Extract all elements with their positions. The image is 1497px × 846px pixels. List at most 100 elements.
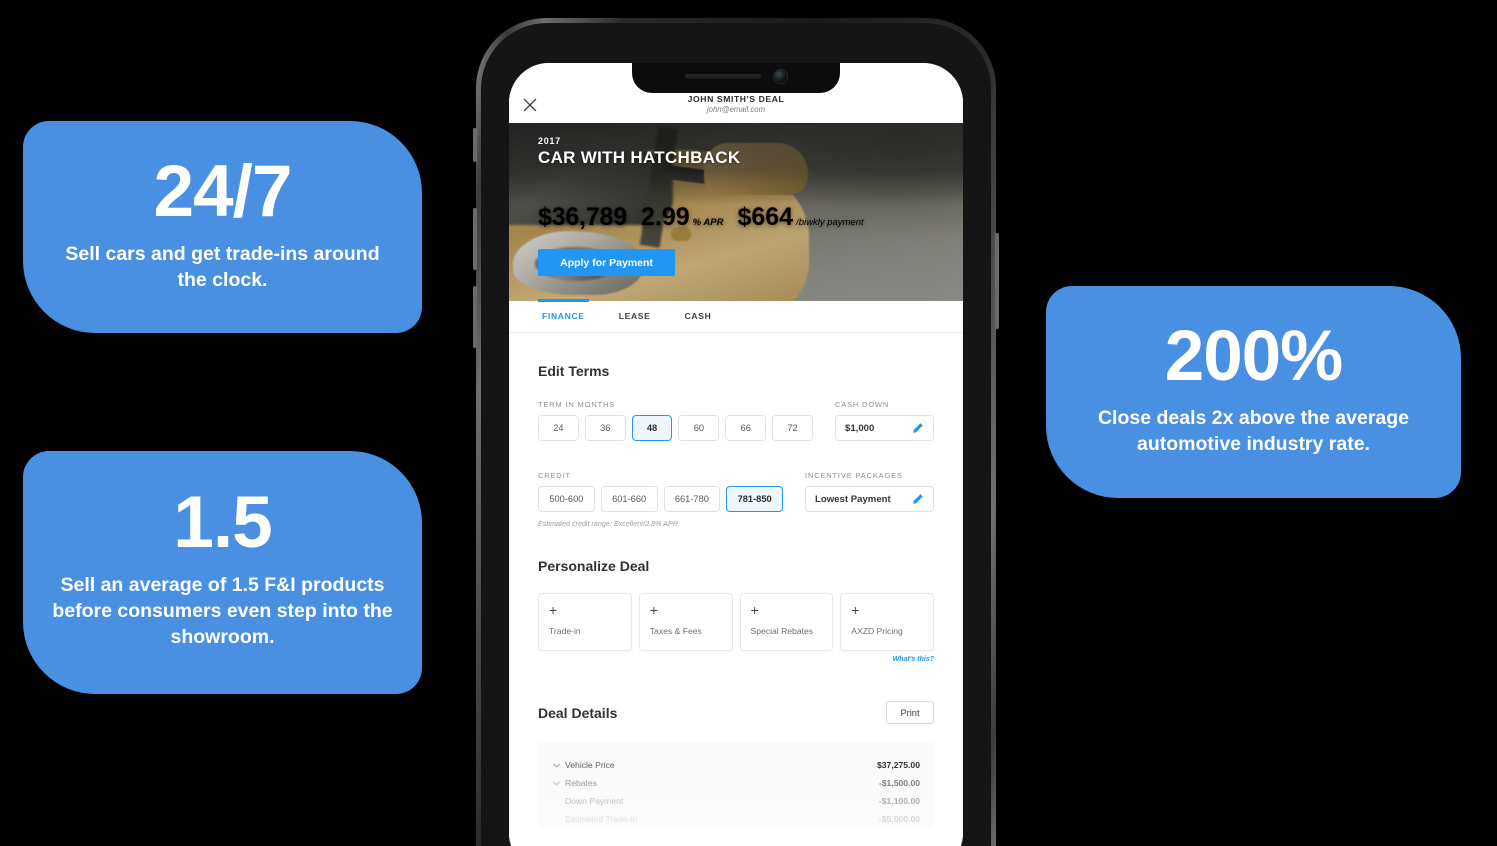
tab-finance[interactable]: FINANCE	[538, 299, 589, 332]
credit-option-781-850[interactable]: 781-850	[726, 486, 783, 512]
stat-description: Close deals 2x above the average automot…	[1097, 406, 1410, 455]
phone-power-button[interactable]	[995, 233, 999, 329]
term-in-months-label: TERM IN MONTHS	[538, 400, 616, 409]
term-option-60[interactable]: 60	[678, 415, 720, 441]
plus-icon: +	[549, 602, 558, 618]
term-option-36[interactable]: 36	[584, 415, 626, 441]
credit-option-500-600[interactable]: 500-600	[538, 486, 595, 512]
personalize-card-taxes-fees[interactable]: + Taxes & Fees	[638, 593, 733, 651]
phone-volume-down-button[interactable]	[473, 286, 477, 348]
term-option-66[interactable]: 66	[725, 415, 767, 441]
personalize-card-label: Special Rebates	[750, 626, 814, 636]
close-icon[interactable]	[522, 97, 538, 113]
table-row[interactable]: Estimated Trade-in -$5,000.00	[552, 810, 920, 828]
credit-row: CREDIT 500-600 601-660 661-780 781-850 E…	[538, 471, 934, 528]
stat-description: Sell an average of 1.5 F&I products befo…	[52, 574, 393, 648]
cash-down-value: $1,000	[845, 422, 875, 434]
deal-details-title: Deal Details	[538, 704, 618, 721]
chevron-down-icon[interactable]	[552, 761, 565, 770]
pencil-icon[interactable]	[912, 422, 924, 434]
phone-notch	[632, 63, 840, 93]
stat-number: 24/7	[153, 150, 292, 232]
deal-detail-value: -$5,000.00	[878, 814, 920, 824]
personalize-card-axzd-pricing[interactable]: + AXZD Pricing	[840, 593, 934, 651]
table-row[interactable]: Rebates -$1,500.00	[552, 774, 920, 792]
apply-for-payment-button[interactable]: Apply for Payment	[538, 249, 675, 276]
tab-lease[interactable]: LEASE	[615, 301, 655, 332]
personalize-card-trade-in[interactable]: + Trade-in	[538, 593, 632, 651]
personalize-card-label: AXZD Pricing	[851, 626, 903, 636]
apr-unit: % APR	[692, 217, 724, 228]
cash-down-label: CASH DOWN	[835, 400, 890, 409]
incentive-packages-value: Lowest Payment	[815, 493, 891, 505]
deal-header: JOHN SMITH'S DEAL john@email.com	[688, 94, 785, 115]
tab-cash[interactable]: CASH	[681, 301, 716, 332]
deal-detail-name: Vehicle Price	[565, 760, 615, 770]
price-summary: $36,789 2.99% APR $664/biwkly payment	[538, 203, 864, 232]
credit-option-601-660[interactable]: 601-660	[600, 486, 658, 512]
vehicle-year: 2017	[538, 136, 561, 146]
apr-group: 2.99% APR	[641, 203, 723, 232]
personalize-card-special-rebates[interactable]: + Special Rebates	[739, 593, 834, 651]
deal-detail-value: -$1,100.00	[878, 796, 920, 806]
cash-down-group: CASH DOWN $1,000	[835, 400, 934, 441]
incentive-packages-field[interactable]: Lowest Payment	[805, 486, 934, 512]
stat-card-1-5: 1.5 Sell an average of 1.5 F&I products …	[23, 451, 422, 694]
term-option-48[interactable]: 48	[631, 415, 673, 441]
deal-detail-name: Rebates	[565, 778, 598, 788]
vehicle-model: CAR WITH HATCHBACK	[538, 148, 741, 167]
chevron-down-icon	[552, 797, 565, 806]
phone-screen: JOHN SMITH'S DEAL john@email.com 2017 CA…	[509, 63, 963, 846]
cash-down-field[interactable]: $1,000	[835, 415, 934, 441]
plus-icon: +	[750, 602, 759, 618]
phone-mockup: JOHN SMITH'S DEAL john@email.com 2017 CA…	[473, 18, 999, 846]
credit-label: CREDIT	[538, 471, 571, 480]
deal-details-header: Deal Details Print	[538, 701, 934, 724]
vehicle-hero: 2017 CAR WITH HATCHBACK $36,789 2.99% AP…	[509, 123, 963, 301]
term-option-24[interactable]: 24	[538, 415, 579, 441]
credit-range-note: Estimated credit range: Excellent/2.8% A…	[538, 519, 678, 528]
front-camera-icon	[774, 69, 787, 83]
deal-title: JOHN SMITH'S DEAL	[687, 93, 785, 104]
deal-details-section: Deal Details Print Vehicle Price $37,275…	[509, 701, 963, 828]
page-root: 24/7 Sell cars and get trade-ins around …	[0, 0, 1497, 846]
terms-row: TERM IN MONTHS 24 36 48 60 66 72 CASH DO…	[538, 400, 934, 441]
credit-group: CREDIT 500-600 601-660 661-780 781-850 E…	[538, 471, 783, 528]
edit-terms-title: Edit Terms	[538, 363, 610, 379]
credit-option-661-780[interactable]: 661-780	[663, 486, 721, 512]
term-option-72[interactable]: 72	[772, 415, 813, 441]
personalize-card-label: Taxes & Fees	[649, 626, 702, 636]
print-button[interactable]: Print	[886, 701, 934, 724]
deal-detail-value: -$1,500.00	[878, 778, 920, 788]
stat-card-200-percent: 200% Close deals 2x above the average au…	[1046, 286, 1461, 498]
term-options: 24 36 48 60 66 72	[538, 415, 813, 441]
payment-value: $664	[737, 203, 794, 231]
phone-mute-switch[interactable]	[473, 128, 477, 162]
speaker-grille-icon	[685, 73, 761, 79]
chevron-down-icon[interactable]	[552, 779, 565, 788]
plus-icon: +	[851, 602, 860, 618]
personalize-deal-title: Personalize Deal	[538, 558, 650, 574]
personalize-cards: + Trade-in + Taxes & Fees + Special Reba…	[538, 593, 934, 651]
table-row[interactable]: Down Payment -$1,100.00	[552, 792, 920, 810]
deal-type-tabs: FINANCE LEASE CASH	[509, 299, 963, 333]
stat-number: 200%	[1164, 316, 1344, 396]
stat-number: 1.5	[173, 482, 272, 564]
payment-group: $664/biwkly payment	[737, 203, 863, 232]
stat-description: Sell cars and get trade-ins around the c…	[65, 242, 380, 291]
deal-detail-name: Estimated Trade-in	[565, 814, 638, 824]
personalize-deal-section: Personalize Deal + Trade-in + Taxes & Fe…	[509, 558, 963, 663]
personalize-card-label: Trade-in	[549, 626, 581, 636]
pencil-icon[interactable]	[912, 493, 924, 505]
deal-app: JOHN SMITH'S DEAL john@email.com 2017 CA…	[509, 63, 963, 846]
deal-details-table: Vehicle Price $37,275.00 Rebates -$1,500…	[538, 742, 934, 828]
whats-this-link[interactable]: What's this?	[538, 656, 934, 663]
vehicle-price: $36,789	[538, 203, 627, 231]
term-in-months-group: TERM IN MONTHS 24 36 48 60 66 72	[538, 400, 813, 441]
phone-volume-up-button[interactable]	[473, 208, 477, 270]
incentive-packages-group: INCENTIVE PACKAGES Lowest Payment	[805, 471, 934, 528]
table-row[interactable]: Vehicle Price $37,275.00	[552, 756, 920, 774]
deal-detail-name: Down Payment	[565, 796, 624, 806]
deal-email: john@email.com	[706, 105, 766, 115]
apr-value: 2.99	[640, 203, 690, 231]
